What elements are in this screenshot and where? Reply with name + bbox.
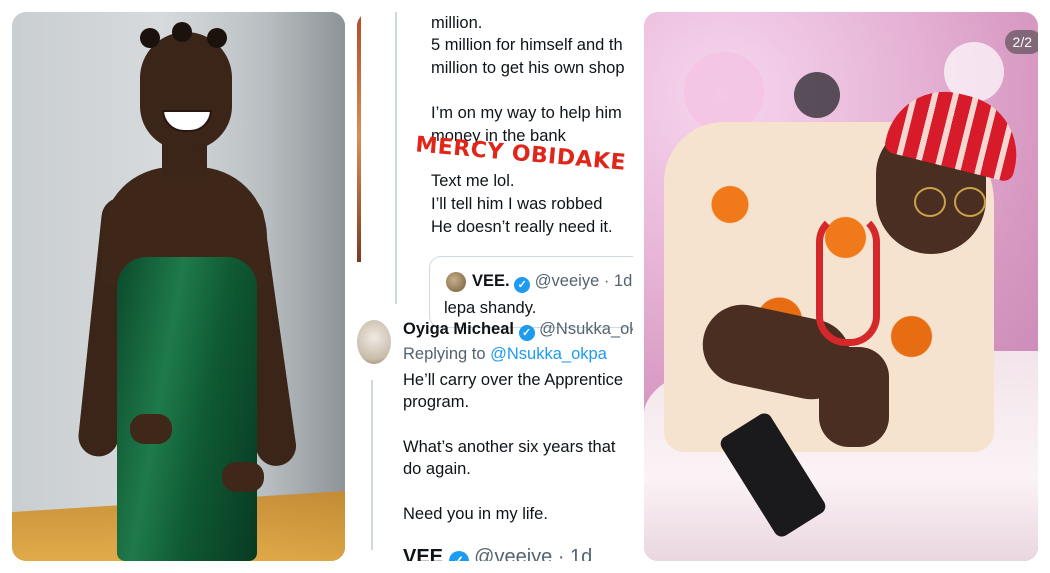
tweet-text-line: 5 million for himself and th (431, 36, 623, 54)
hair-bun (140, 28, 160, 48)
verified-badge-icon: ✓ (448, 551, 469, 561)
right-photo: 2/2 (644, 12, 1038, 561)
tweet-screenshot: million. 5 million for himself and th mi… (357, 12, 633, 561)
quote-text: lepa shandy. (444, 299, 537, 317)
hair-bun (207, 28, 227, 48)
next-tweet-author-name[interactable]: VEE (403, 546, 443, 561)
arm (819, 347, 889, 447)
tweet-text-line: million. (431, 14, 483, 32)
verified-badge-icon: ✓ (514, 277, 531, 293)
replying-to-link[interactable]: @Nsukka_okpa (490, 345, 607, 363)
tweet-text-line: I’m on my way to help him (431, 104, 622, 122)
reply-text-line: do again. (403, 460, 471, 478)
quote-author-name: VEE. ✓ @veeiye · 1d (472, 270, 632, 293)
green-satin-dress (117, 257, 257, 561)
woman-figure (62, 22, 302, 561)
replying-to: Replying to @Nsukka_okpa (403, 343, 607, 365)
next-tweet-author: VEE ✓ @veeiye · 1d (403, 546, 592, 561)
coral-beads (816, 212, 880, 346)
avatar (446, 272, 466, 292)
verified-badge-icon: ✓ (518, 325, 535, 341)
tweet-text-line: Text me lol. (431, 172, 515, 190)
reply-author-handle[interactable]: @Nsukka_ok (539, 320, 633, 338)
quote-author-handle: @veeiye · 1d (534, 272, 633, 290)
tweet-text-line: I’ll tell him I was robbed (431, 195, 603, 213)
hand (222, 462, 264, 492)
glasses-lens (914, 187, 946, 217)
quote-author-name-text: VEE. (472, 272, 510, 290)
reply-author-name[interactable]: Oyiga Micheal (403, 320, 514, 338)
tweet-text-line: He doesn’t really need it. (431, 218, 613, 236)
thread-line (395, 12, 397, 304)
reply-text-line: What’s another six years that (403, 438, 616, 456)
reply-text-line: program. (403, 393, 470, 411)
panel-edge (357, 12, 361, 262)
tweet-text-line: million to get his own shop (431, 59, 625, 77)
left-photo (12, 12, 345, 561)
next-tweet-handle[interactable]: @veeiye · 1d (474, 546, 592, 561)
background-guest (794, 72, 840, 118)
glasses-lens (954, 187, 986, 217)
thread-line (371, 380, 373, 550)
page-indicator: 2/2 (1004, 30, 1038, 54)
avatar[interactable] (357, 320, 391, 364)
head (140, 32, 232, 150)
replying-to-prefix: Replying to (403, 345, 491, 363)
eyeglasses (914, 187, 988, 217)
reply-text-line: Need you in my life. (403, 505, 548, 523)
hand (130, 414, 172, 444)
reply-text-line: He’ll carry over the Apprentice (403, 371, 624, 389)
bokeh-light (684, 52, 764, 132)
hair-bun (172, 22, 192, 42)
reply-author: Oyiga Micheal ✓ @Nsukka_ok (403, 318, 633, 341)
